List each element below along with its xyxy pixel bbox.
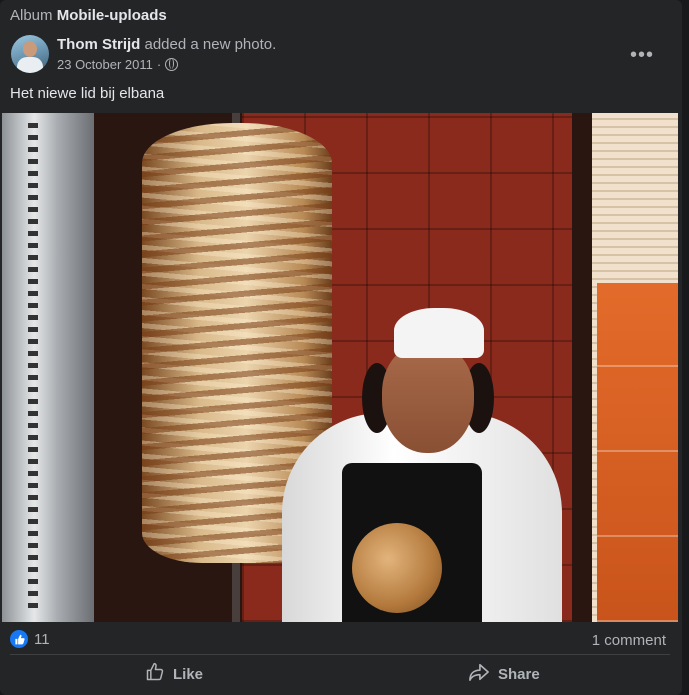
more-options-icon[interactable]: ••• bbox=[630, 44, 654, 67]
post-card: Album Mobile-uploads Thom Strijd added a… bbox=[0, 0, 682, 695]
reaction-count: 11 bbox=[34, 630, 50, 648]
like-button[interactable]: Like bbox=[145, 660, 203, 688]
share-arrow-icon bbox=[468, 662, 490, 686]
album-heading: Album Mobile-uploads bbox=[10, 7, 167, 24]
share-button[interactable]: Share bbox=[468, 660, 540, 688]
author-name-link[interactable]: Thom Strijd bbox=[57, 36, 140, 53]
album-name-link[interactable]: Mobile-uploads bbox=[57, 7, 167, 24]
globe-icon bbox=[165, 58, 179, 71]
album-prefix: Album bbox=[10, 7, 53, 24]
comments-count-link[interactable]: 1 comment bbox=[592, 632, 666, 649]
like-thumb-icon bbox=[10, 630, 28, 648]
share-label: Share bbox=[498, 665, 540, 683]
reaction-summary[interactable]: 11 bbox=[10, 630, 50, 648]
like-label: Like bbox=[173, 665, 204, 683]
author-line: Thom Strijd added a new photo. bbox=[57, 36, 276, 53]
thumbs-up-icon bbox=[145, 662, 165, 686]
post-date-link[interactable]: 23 October 2011 bbox=[57, 57, 153, 72]
post-caption: Het niewe lid bij elbana bbox=[10, 85, 165, 102]
actions-divider bbox=[10, 654, 670, 655]
avatar[interactable] bbox=[11, 35, 49, 73]
post-meta: 23 October 2011 · bbox=[57, 57, 179, 72]
meta-separator: · bbox=[156, 57, 162, 72]
post-photo[interactable] bbox=[2, 113, 678, 622]
post-action-text: added a new photo. bbox=[144, 36, 277, 53]
